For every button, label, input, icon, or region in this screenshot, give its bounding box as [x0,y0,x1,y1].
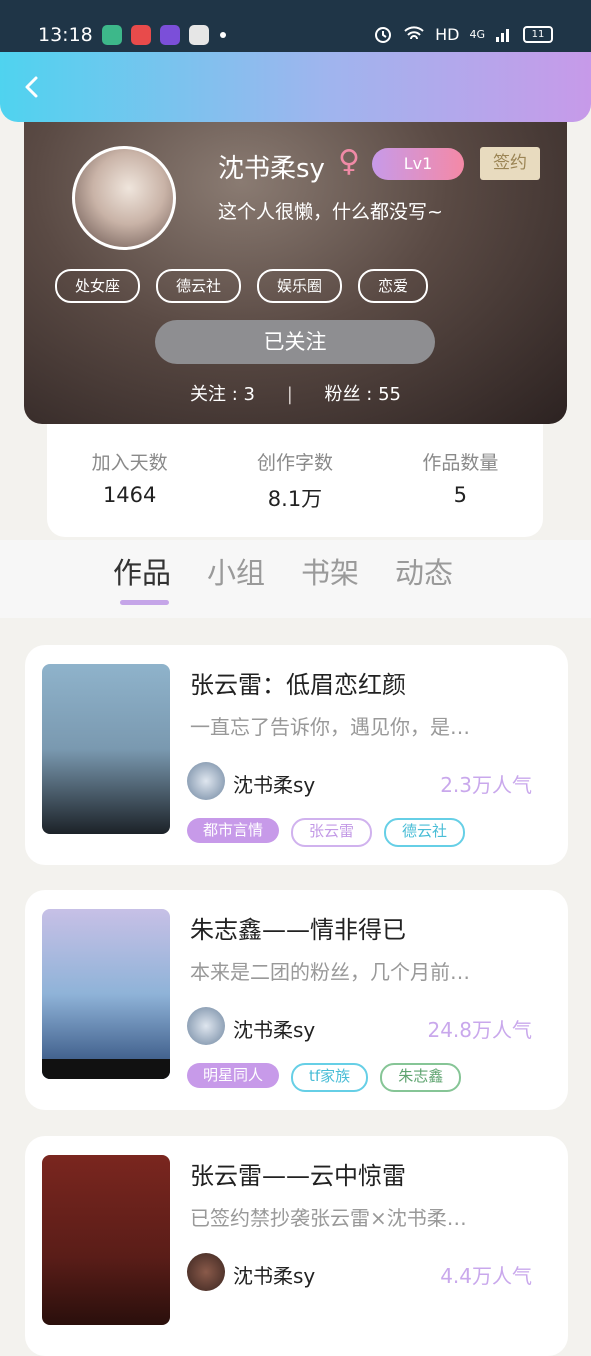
work-tag[interactable]: 德云社 [384,818,466,847]
stat-works-count: 作品数量 5 [378,424,543,537]
author-avatar[interactable] [187,1007,225,1045]
following-count: 3 [243,384,255,405]
work-tags: 都市言情 张云雷 德云社 [187,818,466,847]
tab-groups[interactable]: 小组 [207,550,265,592]
network-type: HD [435,24,460,44]
book-cover[interactable] [42,1155,170,1325]
app-notification-icon [102,25,122,45]
author-avatar[interactable] [187,1253,225,1291]
female-icon: ♀ [338,144,360,179]
work-card[interactable]: 朱志鑫——情非得已 本来是二团的粉丝，几个月前… 沈书柔sy 24.8万人气 明… [25,890,568,1110]
book-cover[interactable] [42,909,170,1079]
battery-icon: 11 [523,25,553,43]
profile-tag[interactable]: 娱乐圈 [257,269,343,303]
fans-link[interactable]: 粉丝 : 55 [325,384,401,405]
profile-bio: 这个人很懒，什么都没写~ [218,201,443,223]
profile-name: 沈书柔sy [218,154,325,184]
back-icon[interactable] [20,74,46,100]
stat-label: 作品数量 [422,452,499,474]
weibo-icon [131,25,151,45]
work-tag[interactable]: tf家族 [291,1063,369,1092]
divider: | [286,384,293,405]
fans-count: 55 [378,384,401,405]
signal-type: 4G [469,27,485,41]
profile-tag[interactable]: 恋爱 [358,269,429,303]
fans-label: 粉丝 [324,384,361,405]
level-badge: Lv1 [372,148,464,180]
book-cover[interactable] [42,664,170,834]
work-excerpt: 已签约禁抄袭张云雷×沈书柔… [190,1206,467,1230]
cover-caption-strip [42,1059,170,1079]
following-link[interactable]: 关注 : 3 [190,384,255,405]
active-tab-indicator [120,600,169,605]
work-tags: 明星同人 tf家族 朱志鑫 [187,1063,462,1092]
status-right: HD 4G 11 [373,24,553,44]
stat-value: 5 [453,483,467,507]
follow-stats: 关注 : 3 | 粉丝 : 55 [24,380,567,406]
work-tag[interactable]: 张云雷 [291,818,373,847]
notification-icons [102,25,226,45]
author-avatar[interactable] [187,762,225,800]
work-title[interactable]: 张云雷：低眉恋红颜 [190,665,406,700]
work-title[interactable]: 朱志鑫——情非得已 [190,910,406,945]
app-header [0,52,591,122]
work-excerpt: 一直忘了告诉你，遇见你，是… [190,715,470,739]
more-notifications-icon [220,32,226,38]
stats-panel: 加入天数 1464 创作字数 8.1万 作品数量 5 [47,424,543,537]
tab-bookshelf[interactable]: 书架 [301,550,359,592]
work-excerpt: 本来是二团的粉丝，几个月前… [190,960,470,984]
stat-value: 1464 [102,483,157,507]
video-app-icon [189,25,209,45]
following-label: 关注 [190,384,227,405]
stat-label: 创作字数 [256,452,333,474]
stat-word-count: 创作字数 8.1万 [212,424,377,537]
follow-button[interactable]: 已关注 [155,320,435,364]
signed-badge: 签约 [480,147,540,180]
stat-label: 加入天数 [91,452,168,474]
profile-card: 沈书柔sy ♀ Lv1 签约 这个人很懒，什么都没写~ 处女座 德云社 娱乐圈 … [24,122,567,424]
music-app-icon [160,25,180,45]
tab-works[interactable]: 作品 [113,550,171,592]
wifi-icon [404,26,424,40]
avatar[interactable] [72,146,176,250]
profile-tag[interactable]: 处女座 [55,269,141,303]
work-title[interactable]: 张云雷——云中惊雷 [190,1156,406,1191]
tab-activity[interactable]: 动态 [395,550,453,592]
work-tag[interactable]: 明星同人 [187,1063,280,1088]
work-tag[interactable]: 都市言情 [187,818,280,843]
popularity: 24.8万人气 [427,1018,532,1042]
profile-tag[interactable]: 德云社 [156,269,242,303]
author-name[interactable]: 沈书柔sy [233,1014,315,1043]
signal-icon [496,29,509,42]
author-name[interactable]: 沈书柔sy [233,1260,315,1289]
stat-value: 8.1万 [267,487,323,511]
alarm-icon [375,27,392,43]
profile-tags: 处女座 德云社 娱乐圈 恋爱 [55,269,429,303]
tab-bar: 作品 小组 书架 动态 [0,540,591,618]
status-time: 13:18 [38,24,93,46]
author-name[interactable]: 沈书柔sy [233,769,315,798]
work-tag[interactable]: 朱志鑫 [380,1063,462,1092]
popularity: 4.4万人气 [440,1264,532,1288]
work-card[interactable]: 张云雷：低眉恋红颜 一直忘了告诉你，遇见你，是… 沈书柔sy 2.3万人气 都市… [25,645,568,865]
work-card[interactable]: 张云雷——云中惊雷 已签约禁抄袭张云雷×沈书柔… 沈书柔sy 4.4万人气 [25,1136,568,1356]
stat-join-days: 加入天数 1464 [47,424,212,537]
popularity: 2.3万人气 [440,773,532,797]
